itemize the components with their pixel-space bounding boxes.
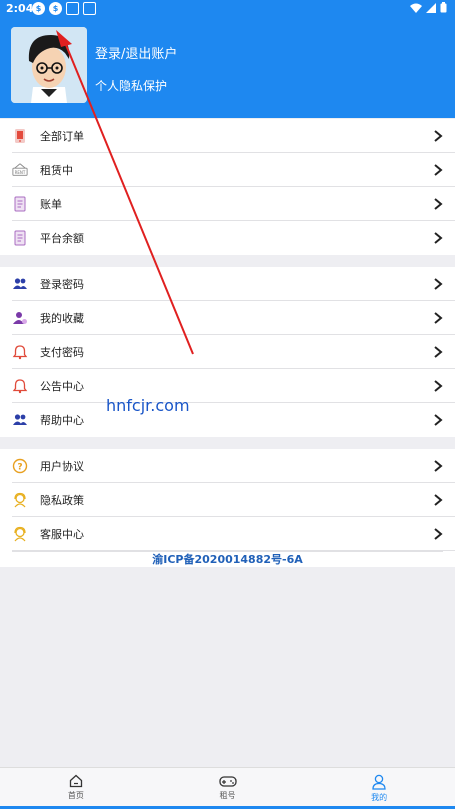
service-icon — [12, 526, 28, 542]
chevron-right-icon — [434, 528, 443, 540]
menu-item-bill[interactable]: 账单 — [12, 187, 455, 221]
menu-label: 租赁中 — [40, 163, 73, 177]
menu-item-all-orders[interactable]: 全部订单 — [12, 119, 455, 153]
notification-box-icon — [66, 2, 79, 15]
cartoon-avatar-icon — [11, 27, 87, 103]
menu-label: 客服中心 — [40, 527, 84, 541]
tab-mine[interactable]: 我的 — [303, 768, 455, 809]
chevron-right-icon — [434, 312, 443, 324]
bottom-tab-bar: 首页 租号 我的 — [0, 767, 455, 809]
notification-app-icon: $ — [49, 2, 62, 15]
menu-group-account: 登录密码 我的收藏 支付密码 公告中心 帮助中心 — [0, 267, 455, 437]
menu-label: 平台余额 — [40, 232, 84, 245]
menu-item-renting[interactable]: RENT 租赁中 — [12, 153, 455, 187]
status-bar: 2:04 $ $ — [0, 0, 455, 18]
question-icon: ? — [12, 458, 28, 474]
users-icon — [12, 276, 28, 292]
icp-license-link[interactable]: 渝ICP备2020014882号-6A — [12, 551, 443, 567]
profile-icon — [372, 774, 386, 790]
gamepad-icon — [218, 776, 237, 787]
user-favorite-icon — [12, 310, 28, 326]
menu-label: 隐私政策 — [40, 493, 84, 507]
menu-item-customer-service[interactable]: 客服中心 — [12, 517, 455, 551]
menu-label: 登录密码 — [40, 277, 84, 291]
menu-item-payment-password[interactable]: 支付密码 — [12, 335, 455, 369]
wifi-icon — [410, 3, 422, 13]
chevron-right-icon — [434, 380, 443, 392]
chevron-right-icon — [434, 164, 443, 176]
svg-text:?: ? — [17, 462, 22, 472]
menu-item-user-agreement[interactable]: ? 用户协议 — [12, 449, 455, 483]
tab-label: 我的 — [371, 793, 388, 802]
menu-label: 账单 — [40, 197, 62, 211]
chevron-right-icon — [434, 278, 443, 290]
bill-doc-icon — [12, 196, 28, 212]
balance-doc-icon — [12, 230, 28, 246]
tab-label: 租号 — [219, 791, 236, 800]
chevron-right-icon — [434, 346, 443, 358]
svg-text:RENT: RENT — [15, 170, 26, 175]
notification-icons: $ $ — [32, 2, 96, 15]
notification-app-icon: $ — [32, 2, 45, 15]
chevron-right-icon — [434, 460, 443, 472]
menu-label: 支付密码 — [40, 345, 84, 359]
menu-label: 全部订单 — [40, 129, 84, 143]
menu-item-announcements[interactable]: 公告中心 — [12, 369, 455, 403]
service-icon — [12, 492, 28, 508]
privacy-protection-link[interactable]: 个人隐私保护 — [95, 77, 167, 94]
menu-group-legal: ? 用户协议 隐私政策 客服中心 渝ICP备2020014882号-6A — [0, 449, 455, 567]
notification-cube-icon — [83, 2, 96, 15]
profile-header: 登录/退出账户 个人隐私保护 — [0, 18, 455, 118]
signal-icon — [426, 2, 436, 13]
watermark-text: hnfcjr.com — [106, 396, 190, 415]
home-icon — [69, 774, 82, 788]
status-time: 2:04 — [6, 2, 34, 15]
menu-label: 我的收藏 — [40, 311, 84, 325]
tab-rent-account[interactable]: 租号 — [152, 768, 304, 809]
menu-label: 用户协议 — [40, 459, 84, 473]
menu-label: 帮助中心 — [40, 414, 84, 427]
tab-label: 首页 — [67, 791, 84, 800]
rent-sign-icon: RENT — [12, 162, 28, 178]
users-icon — [12, 412, 28, 428]
menu-item-login-password[interactable]: 登录密码 — [12, 267, 455, 301]
bell-icon — [12, 378, 28, 394]
menu-item-help-center[interactable]: 帮助中心 — [12, 403, 455, 437]
chevron-right-icon — [434, 198, 443, 210]
chevron-right-icon — [434, 414, 443, 426]
chevron-right-icon — [434, 494, 443, 506]
login-logout-link[interactable]: 登录/退出账户 — [95, 43, 177, 62]
tab-home[interactable]: 首页 — [0, 768, 152, 809]
chevron-right-icon — [434, 130, 443, 142]
chevron-right-icon — [434, 232, 443, 244]
status-right-icons — [410, 2, 447, 13]
menu-item-privacy-policy[interactable]: 隐私政策 — [12, 483, 455, 517]
menu-item-platform-balance[interactable]: 平台余额 — [12, 221, 455, 255]
menu-label: 公告中心 — [40, 379, 84, 393]
menu-item-my-favorites[interactable]: 我的收藏 — [12, 301, 455, 335]
order-phone-icon — [12, 128, 28, 144]
bell-icon — [12, 344, 28, 360]
battery-icon — [440, 2, 447, 13]
menu-group-orders: 全部订单 RENT 租赁中 账单 平台余额 — [0, 119, 455, 255]
avatar[interactable] — [11, 27, 87, 103]
